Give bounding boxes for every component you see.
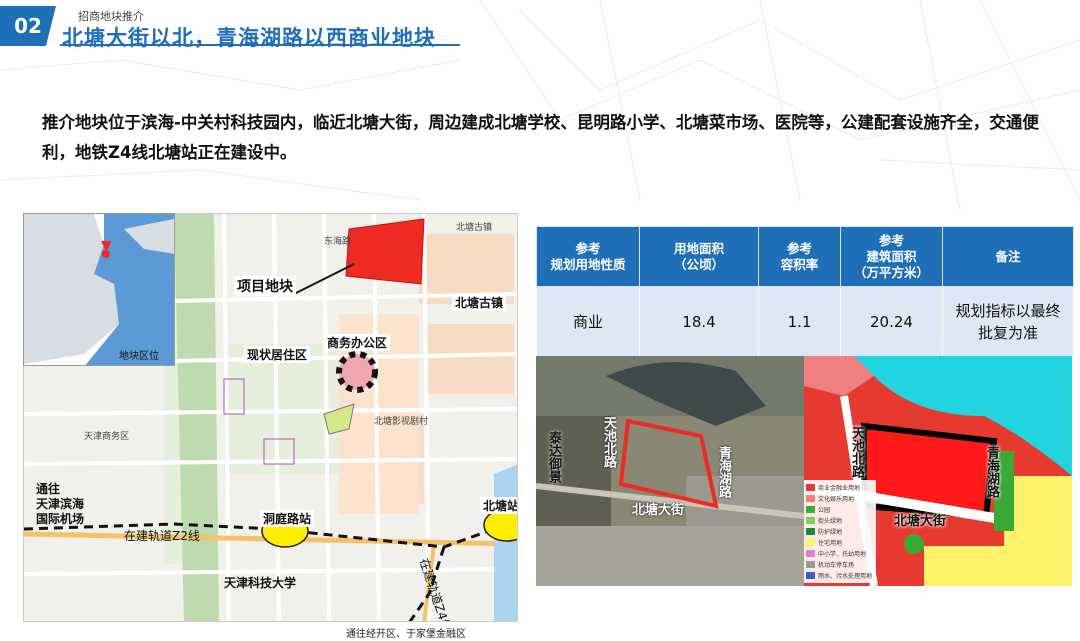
project-label: 项目地块 [234,276,296,296]
legend-item: 机动车停车场 [806,559,874,570]
location-pin-icon: ▼ [101,238,112,254]
table-header-2: 参考 容积率 [758,226,841,287]
plan-road-south: 北塘大街 [894,514,947,529]
legend-item: 街头绿地 [806,515,874,526]
plan-legend: 商业金融业用地 文化娱乐用地 公园 街头绿地 防护绿地 住宅用地 中小学、托幼用… [804,480,876,583]
plan-road-west: 天池北路 [849,426,864,478]
business-label: 商务办公区 [324,334,391,351]
legend-label: 街头绿地 [818,518,843,525]
legend-swatch [806,539,815,546]
station-west-label: 洞庭路站 [260,510,315,527]
table-header-1: 用地面积 （公顷） [639,226,759,287]
project-parcel [345,218,425,285]
page-title: 北塘大街以北，青海湖路以西商业地块 [62,26,436,50]
map-small-label-1: 东海路 [324,237,352,247]
table-cell-far: 1.1 [758,286,841,357]
legend-swatch [806,484,815,491]
aerial-photo-shape [536,356,804,586]
airport-label: 通往 天津滨海 国际机场 [36,482,85,526]
table-header-0: 参考 规划用地性质 [536,226,640,287]
inset-map-shape [24,214,174,365]
legend-swatch [806,517,815,524]
plan-road-east: 青海湖路 [984,446,999,498]
legend-item: 文化娱乐用地 [806,493,874,504]
aerial-road-south: 北塘大街 [632,503,685,518]
rail-z2-label: 在建轨道Z2线 [124,529,200,543]
aerial-photo: 泰达御景 天池北路 青海湖路 北塘大街 [536,356,804,586]
inset-map: ▼ 地块区位 [23,213,175,366]
table-row: 商业 18.4 1.1 20.24 规划指标以最终 批复为准 [536,286,1074,357]
legend-label: 防护绿地 [818,529,843,536]
table-header-4: 备注 [942,226,1074,287]
legend-label: 机动车停车场 [818,562,855,569]
legend-label: 商业金融业用地 [818,485,861,492]
table-cell-area: 18.4 [639,286,759,357]
legend-swatch [806,550,815,557]
legend-item: 防护绿地 [806,526,874,537]
table-cell-gfa: 20.24 [840,286,943,357]
town-label: 北塘古镇 [452,294,507,311]
legend-swatch [806,528,815,535]
bottom-caption: 通往经开区、于家堡金融区 [346,629,466,640]
legend-item: 商业金融业用地 [806,482,874,493]
residential-label: 现状居住区 [244,346,311,363]
legend-swatch [806,572,815,579]
station-east-label: 北塘站 [480,497,517,514]
legend-swatch [806,561,815,568]
table-cell-note: 规划指标以最终 批复为准 [942,286,1074,357]
inset-label: 地块区位 [119,351,159,362]
legend-label: 中小学、托幼用地 [818,551,867,558]
legend-item: 公园 [806,504,874,515]
map-small-label-2: 天津商务区 [84,432,130,442]
aerial-scenic-label: 泰达御景 [546,431,561,483]
legend-item: 住宅用地 [806,537,874,548]
legend-swatch [806,495,815,502]
legend-label: 文化娱乐用地 [818,496,855,503]
legend-item: 中小学、托幼用地 [806,548,874,559]
aerial-road-west: 天池北路 [601,416,616,468]
intro-paragraph: 推介地块位于滨海-中关村科技园内，临近北塘大街，周边建成北塘学校、昆明路小学、北… [42,113,1039,162]
legend-item: 雨水、污水处理用地 [806,570,874,581]
table-cell-usage: 商业 [536,286,640,357]
university-label: 天津科技大学 [224,576,297,590]
map-small-label-0: 北塘古镇 [456,223,493,233]
aerial-road-east: 青海湖路 [716,446,731,498]
planning-map: 天池北路 青海湖路 北塘大街 商业金融业用地 文化娱乐用地 公园 街头绿地 防护… [804,356,1072,586]
legend-label: 住宅用地 [818,540,843,547]
table-header-3: 参考 建筑面积 （万平方米） [840,226,943,287]
legend-label: 雨水、污水处理用地 [818,573,873,580]
legend-swatch [806,506,815,513]
map-small-label-3: 北塘影视剧村 [374,417,429,427]
parcel-table: 参考 规划用地性质 用地面积 （公顷） 参考 容积率 参考 建筑面积 （万平方米… [536,226,1074,357]
legend-label: 公园 [818,507,831,514]
